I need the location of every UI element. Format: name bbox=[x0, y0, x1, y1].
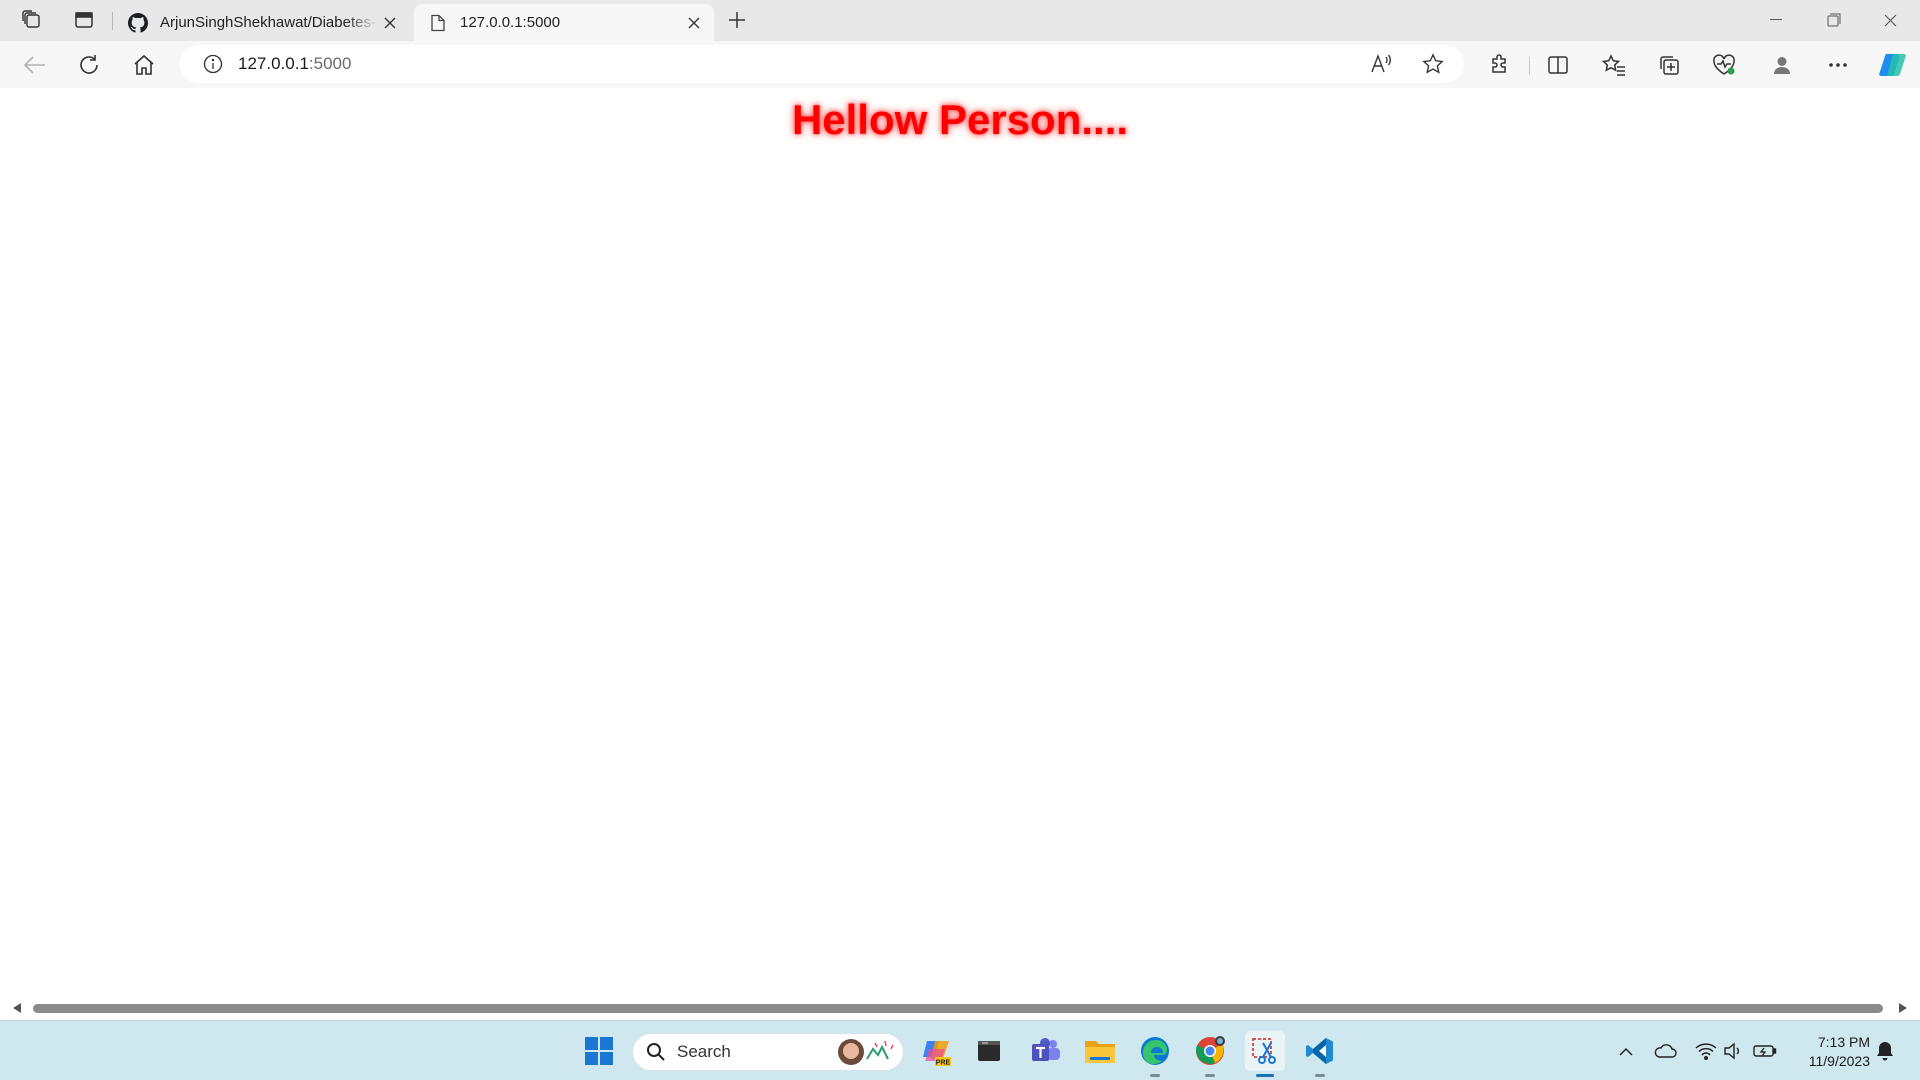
running-indicator bbox=[1315, 1074, 1325, 1077]
terminal-app-icon[interactable] bbox=[969, 1031, 1009, 1071]
browser-essentials-icon[interactable] bbox=[1708, 49, 1740, 81]
windows-start-icon[interactable] bbox=[579, 1031, 619, 1071]
tab-localhost[interactable]: 127.0.0.1:5000 bbox=[414, 4, 714, 41]
back-button[interactable] bbox=[19, 49, 51, 81]
tab-github[interactable]: ArjunSinghShekhawat/Diabetes-Prediction bbox=[120, 4, 410, 41]
page-icon bbox=[428, 13, 448, 33]
windows-taskbar: Search PRE 7:13 PM 11/9/2023 bbox=[0, 1020, 1920, 1080]
volume-icon[interactable] bbox=[1721, 1039, 1745, 1063]
address-text[interactable]: 127.0.0.1:5000 bbox=[238, 54, 351, 74]
new-tab-button[interactable] bbox=[722, 6, 752, 34]
address-bar[interactable]: 127.0.0.1:5000 bbox=[180, 45, 1464, 83]
battery-icon[interactable] bbox=[1753, 1039, 1777, 1063]
file-explorer-icon[interactable] bbox=[1080, 1031, 1120, 1071]
chevron-up-icon[interactable] bbox=[1614, 1039, 1638, 1063]
favorites-icon[interactable] bbox=[1598, 49, 1630, 81]
home-button[interactable] bbox=[128, 49, 160, 81]
vscode-icon[interactable] bbox=[1300, 1031, 1340, 1077]
search-highlight-icon bbox=[835, 1037, 899, 1067]
greeting-heading: Hellow Person.... bbox=[791, 96, 1129, 143]
teams-icon[interactable] bbox=[1026, 1031, 1066, 1071]
tab-title: 127.0.0.1:5000 bbox=[460, 14, 561, 31]
svg-text:PRE: PRE bbox=[936, 1060, 951, 1067]
onedrive-icon[interactable] bbox=[1653, 1039, 1677, 1063]
notification-bell-icon[interactable] bbox=[1873, 1039, 1897, 1063]
taskbar-search[interactable]: Search bbox=[632, 1033, 904, 1071]
restore-button[interactable] bbox=[1806, 0, 1862, 40]
chrome-icon[interactable] bbox=[1190, 1031, 1230, 1077]
search-label: Search bbox=[677, 1042, 731, 1061]
tab-separator bbox=[112, 12, 113, 30]
copilot-icon[interactable] bbox=[1877, 49, 1909, 81]
collections-icon[interactable] bbox=[1653, 49, 1685, 81]
scrollbar-thumb[interactable] bbox=[33, 1004, 1883, 1013]
page-viewport: Hellow Person.... bbox=[5, 88, 1915, 1016]
snipping-tool-icon[interactable] bbox=[1245, 1031, 1285, 1077]
running-indicator bbox=[1205, 1074, 1215, 1077]
clock-time: 7:13 PM bbox=[1817, 1034, 1870, 1050]
browser-toolbar: 127.0.0.1:5000 bbox=[0, 41, 1920, 88]
github-icon bbox=[128, 12, 148, 33]
address-port: :5000 bbox=[308, 54, 352, 73]
vertical-tabs-icon[interactable] bbox=[69, 6, 99, 34]
workspaces-icon[interactable] bbox=[17, 6, 47, 34]
search-icon bbox=[645, 1041, 667, 1063]
tab-strip: ArjunSinghShekhawat/Diabetes-Prediction … bbox=[0, 0, 1920, 41]
close-tab-icon[interactable] bbox=[378, 11, 402, 35]
refresh-button[interactable] bbox=[73, 49, 105, 81]
extensions-icon[interactable] bbox=[1484, 49, 1516, 81]
tab-title: ArjunSinghShekhawat/Diabetes-Prediction bbox=[160, 14, 378, 31]
active-indicator bbox=[1256, 1074, 1274, 1077]
copilot-pre-icon[interactable]: PRE bbox=[917, 1031, 957, 1071]
more-menu-icon[interactable] bbox=[1822, 49, 1854, 81]
edge-icon[interactable] bbox=[1135, 1031, 1175, 1077]
profile-icon[interactable] bbox=[1766, 49, 1798, 81]
close-tab-icon[interactable] bbox=[682, 11, 706, 35]
favorite-star-icon[interactable] bbox=[1422, 53, 1444, 80]
close-window-button[interactable] bbox=[1862, 0, 1918, 40]
running-indicator bbox=[1150, 1074, 1160, 1077]
minimize-button[interactable] bbox=[1748, 0, 1804, 40]
toolbar-separator bbox=[1529, 57, 1530, 75]
read-aloud-icon[interactable] bbox=[1370, 53, 1394, 80]
site-info-icon[interactable] bbox=[202, 53, 224, 75]
horizontal-scrollbar[interactable] bbox=[5, 1000, 1915, 1016]
scroll-right-icon[interactable] bbox=[1899, 1003, 1907, 1013]
clock-date: 11/9/2023 bbox=[1808, 1053, 1870, 1069]
split-screen-icon[interactable] bbox=[1542, 49, 1574, 81]
scroll-left-icon[interactable] bbox=[13, 1003, 21, 1013]
wifi-icon[interactable] bbox=[1694, 1039, 1718, 1063]
taskbar-clock[interactable]: 7:13 PM 11/9/2023 bbox=[1788, 1033, 1870, 1071]
address-host: 127.0.0.1 bbox=[238, 54, 309, 73]
